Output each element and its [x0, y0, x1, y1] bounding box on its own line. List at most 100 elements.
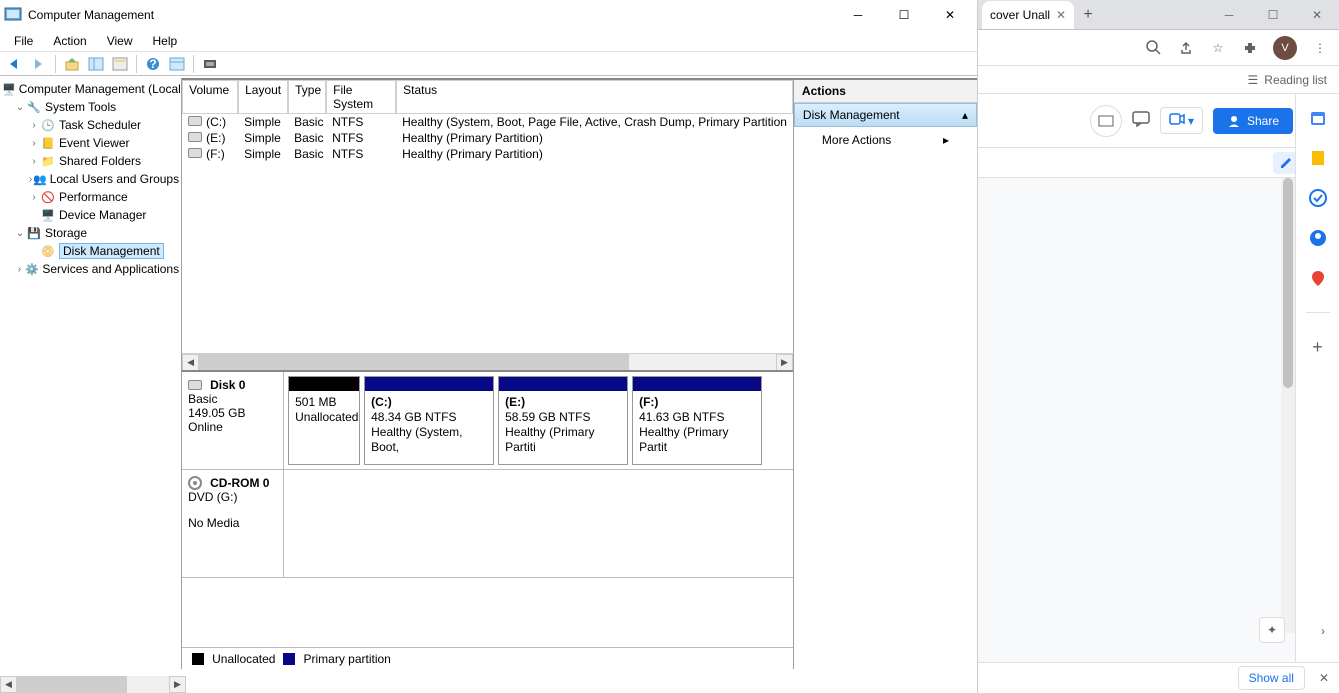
col-volume[interactable]: Volume	[182, 80, 238, 113]
tree-system-tools[interactable]: ⌄🔧System Tools	[0, 98, 181, 116]
volume-row[interactable]: (F:) Simple Basic NTFS Healthy (Primary …	[182, 146, 793, 162]
scroll-thumb[interactable]	[199, 354, 629, 371]
show-all-button[interactable]: Show all	[1238, 666, 1305, 690]
reading-list-icon[interactable]: ☰	[1248, 73, 1259, 87]
legend: Unallocated Primary partition	[182, 647, 793, 669]
cdrom-header: CD-ROM 0 DVD (G:) No Media	[182, 470, 284, 577]
scroll-left-button[interactable]: ◀	[182, 354, 199, 371]
comments-icon[interactable]	[1132, 111, 1150, 130]
reading-list-label[interactable]: Reading list	[1264, 73, 1327, 87]
actions-pane: Actions Disk Management ▴ More Actions ▸	[794, 78, 977, 669]
actions-more[interactable]: More Actions ▸	[794, 127, 977, 153]
maximize-button[interactable]: ☐	[881, 0, 927, 30]
browser-maximize[interactable]: ☐	[1251, 1, 1295, 29]
up-button[interactable]	[61, 54, 83, 74]
add-addon-icon[interactable]: +	[1308, 337, 1328, 357]
tasks-icon[interactable]	[1308, 188, 1328, 208]
side-panel-toggle[interactable]: ›	[1311, 619, 1335, 643]
partition-f[interactable]: (F:) 41.63 GB NTFS Healthy (Primary Part…	[632, 376, 762, 465]
scroll-track[interactable]	[199, 354, 776, 371]
browser-close[interactable]: ✕	[1295, 1, 1339, 29]
tree-task-scheduler[interactable]: ›🕒Task Scheduler	[0, 116, 181, 134]
maps-icon[interactable]	[1308, 268, 1328, 288]
drive-icon	[188, 132, 202, 142]
volume-row[interactable]: (E:) Simple Basic NTFS Healthy (Primary …	[182, 130, 793, 146]
tree-root[interactable]: 🖥️Computer Management (Local	[0, 80, 181, 98]
tree-scroll-right[interactable]: ▶	[169, 676, 186, 693]
contacts-icon[interactable]	[1308, 228, 1328, 248]
menubar: File Action View Help	[0, 30, 977, 52]
col-type[interactable]: Type	[288, 80, 326, 113]
col-status[interactable]: Status	[396, 80, 793, 113]
disk0-header: Disk 0 Basic 149.05 GB Online	[182, 372, 284, 469]
legend-unalloc-label: Unallocated	[212, 652, 275, 666]
minimize-button[interactable]: ─	[835, 0, 881, 30]
tab-close-icon[interactable]: ✕	[1056, 8, 1066, 22]
cdrom-row[interactable]: CD-ROM 0 DVD (G:) No Media	[182, 470, 793, 578]
share-url-icon[interactable]	[1177, 39, 1195, 57]
kebab-menu-icon[interactable]: ⋮	[1311, 39, 1329, 57]
docs-vscroll-thumb[interactable]	[1283, 178, 1293, 388]
downloads-close-icon[interactable]: ✕	[1319, 671, 1329, 685]
extensions-icon[interactable]	[1241, 39, 1259, 57]
browser-tabstrip: cover Unall ✕ + ─ ☐ ✕	[978, 0, 1339, 30]
partition-c[interactable]: (C:) 48.34 GB NTFS Healthy (System, Boot…	[364, 376, 494, 465]
partition-e[interactable]: (E:) 58.59 GB NTFS Healthy (Primary Part…	[498, 376, 628, 465]
properties-button[interactable]	[109, 54, 131, 74]
titlebar: Computer Management ─ ☐ ✕	[0, 0, 977, 30]
scroll-right-button[interactable]: ▶	[776, 354, 793, 371]
show-hide-tree-button[interactable]	[85, 54, 107, 74]
new-tab-button[interactable]: +	[1074, 1, 1102, 29]
menu-view[interactable]: View	[97, 32, 143, 50]
share-button[interactable]: Share	[1213, 108, 1293, 134]
col-filesystem[interactable]: File System	[326, 80, 396, 113]
menu-file[interactable]: File	[4, 32, 43, 50]
browser-toolbar: ☆ V ⋮	[978, 30, 1339, 66]
menu-action[interactable]: Action	[43, 32, 96, 50]
docs-content	[978, 178, 1295, 662]
disk0-row[interactable]: Disk 0 Basic 149.05 GB Online 501 MB Una…	[182, 372, 793, 470]
tree-pane: 🖥️Computer Management (Local ⌄🔧System To…	[0, 78, 182, 669]
settings-button[interactable]	[199, 54, 221, 74]
tree-services-apps[interactable]: ›⚙️Services and Applications	[0, 260, 181, 278]
close-button[interactable]: ✕	[927, 0, 973, 30]
calendar-icon[interactable]	[1308, 108, 1328, 128]
disk-map: Disk 0 Basic 149.05 GB Online 501 MB Una…	[182, 370, 793, 647]
help-button[interactable]: ?	[142, 54, 164, 74]
browser-minimize[interactable]: ─	[1207, 1, 1251, 29]
actions-section[interactable]: Disk Management ▴	[794, 103, 977, 127]
meet-button[interactable]: ▾	[1160, 107, 1203, 134]
tree-scroll-left[interactable]: ◀	[0, 676, 17, 693]
tree-scroll-thumb[interactable]	[17, 676, 127, 693]
svg-text:?: ?	[149, 57, 156, 71]
menu-help[interactable]: Help	[143, 32, 188, 50]
tree-disk-management[interactable]: 📀Disk Management	[0, 242, 181, 260]
docs-vscroll[interactable]	[1281, 178, 1295, 633]
volume-row[interactable]: (C:) Simple Basic NTFS Healthy (System, …	[182, 114, 793, 130]
present-icon[interactable]	[1090, 105, 1122, 137]
tree-local-users[interactable]: ›👥Local Users and Groups	[0, 170, 181, 188]
collapse-icon: ▴	[962, 108, 968, 122]
profile-avatar[interactable]: V	[1273, 36, 1297, 60]
cd-icon	[188, 476, 202, 490]
tree-shared-folders[interactable]: ›📁Shared Folders	[0, 152, 181, 170]
forward-button[interactable]	[28, 54, 50, 74]
tree-device-manager[interactable]: 🖥️Device Manager	[0, 206, 181, 224]
browser-tab[interactable]: cover Unall ✕	[982, 1, 1074, 29]
partition-unallocated[interactable]: 501 MB Unallocated	[288, 376, 360, 465]
bookmark-star-icon[interactable]: ☆	[1209, 39, 1227, 57]
tree-event-viewer[interactable]: ›📒Event Viewer	[0, 134, 181, 152]
volume-table: Volume Layout Type File System Status (C…	[182, 80, 793, 370]
zoom-icon[interactable]	[1145, 39, 1163, 57]
actions-title: Actions	[794, 80, 977, 103]
col-layout[interactable]: Layout	[238, 80, 288, 113]
drive-icon	[188, 116, 202, 126]
tree-performance[interactable]: ›🚫Performance	[0, 188, 181, 206]
tree-hscroll[interactable]: ◀ ▶	[0, 676, 186, 693]
tree-storage[interactable]: ⌄💾Storage	[0, 224, 181, 242]
keep-icon[interactable]	[1308, 148, 1328, 168]
explore-button[interactable]: ✦	[1259, 617, 1285, 643]
view-list-button[interactable]	[166, 54, 188, 74]
back-button[interactable]	[4, 54, 26, 74]
center-pane: Volume Layout Type File System Status (C…	[182, 78, 794, 669]
